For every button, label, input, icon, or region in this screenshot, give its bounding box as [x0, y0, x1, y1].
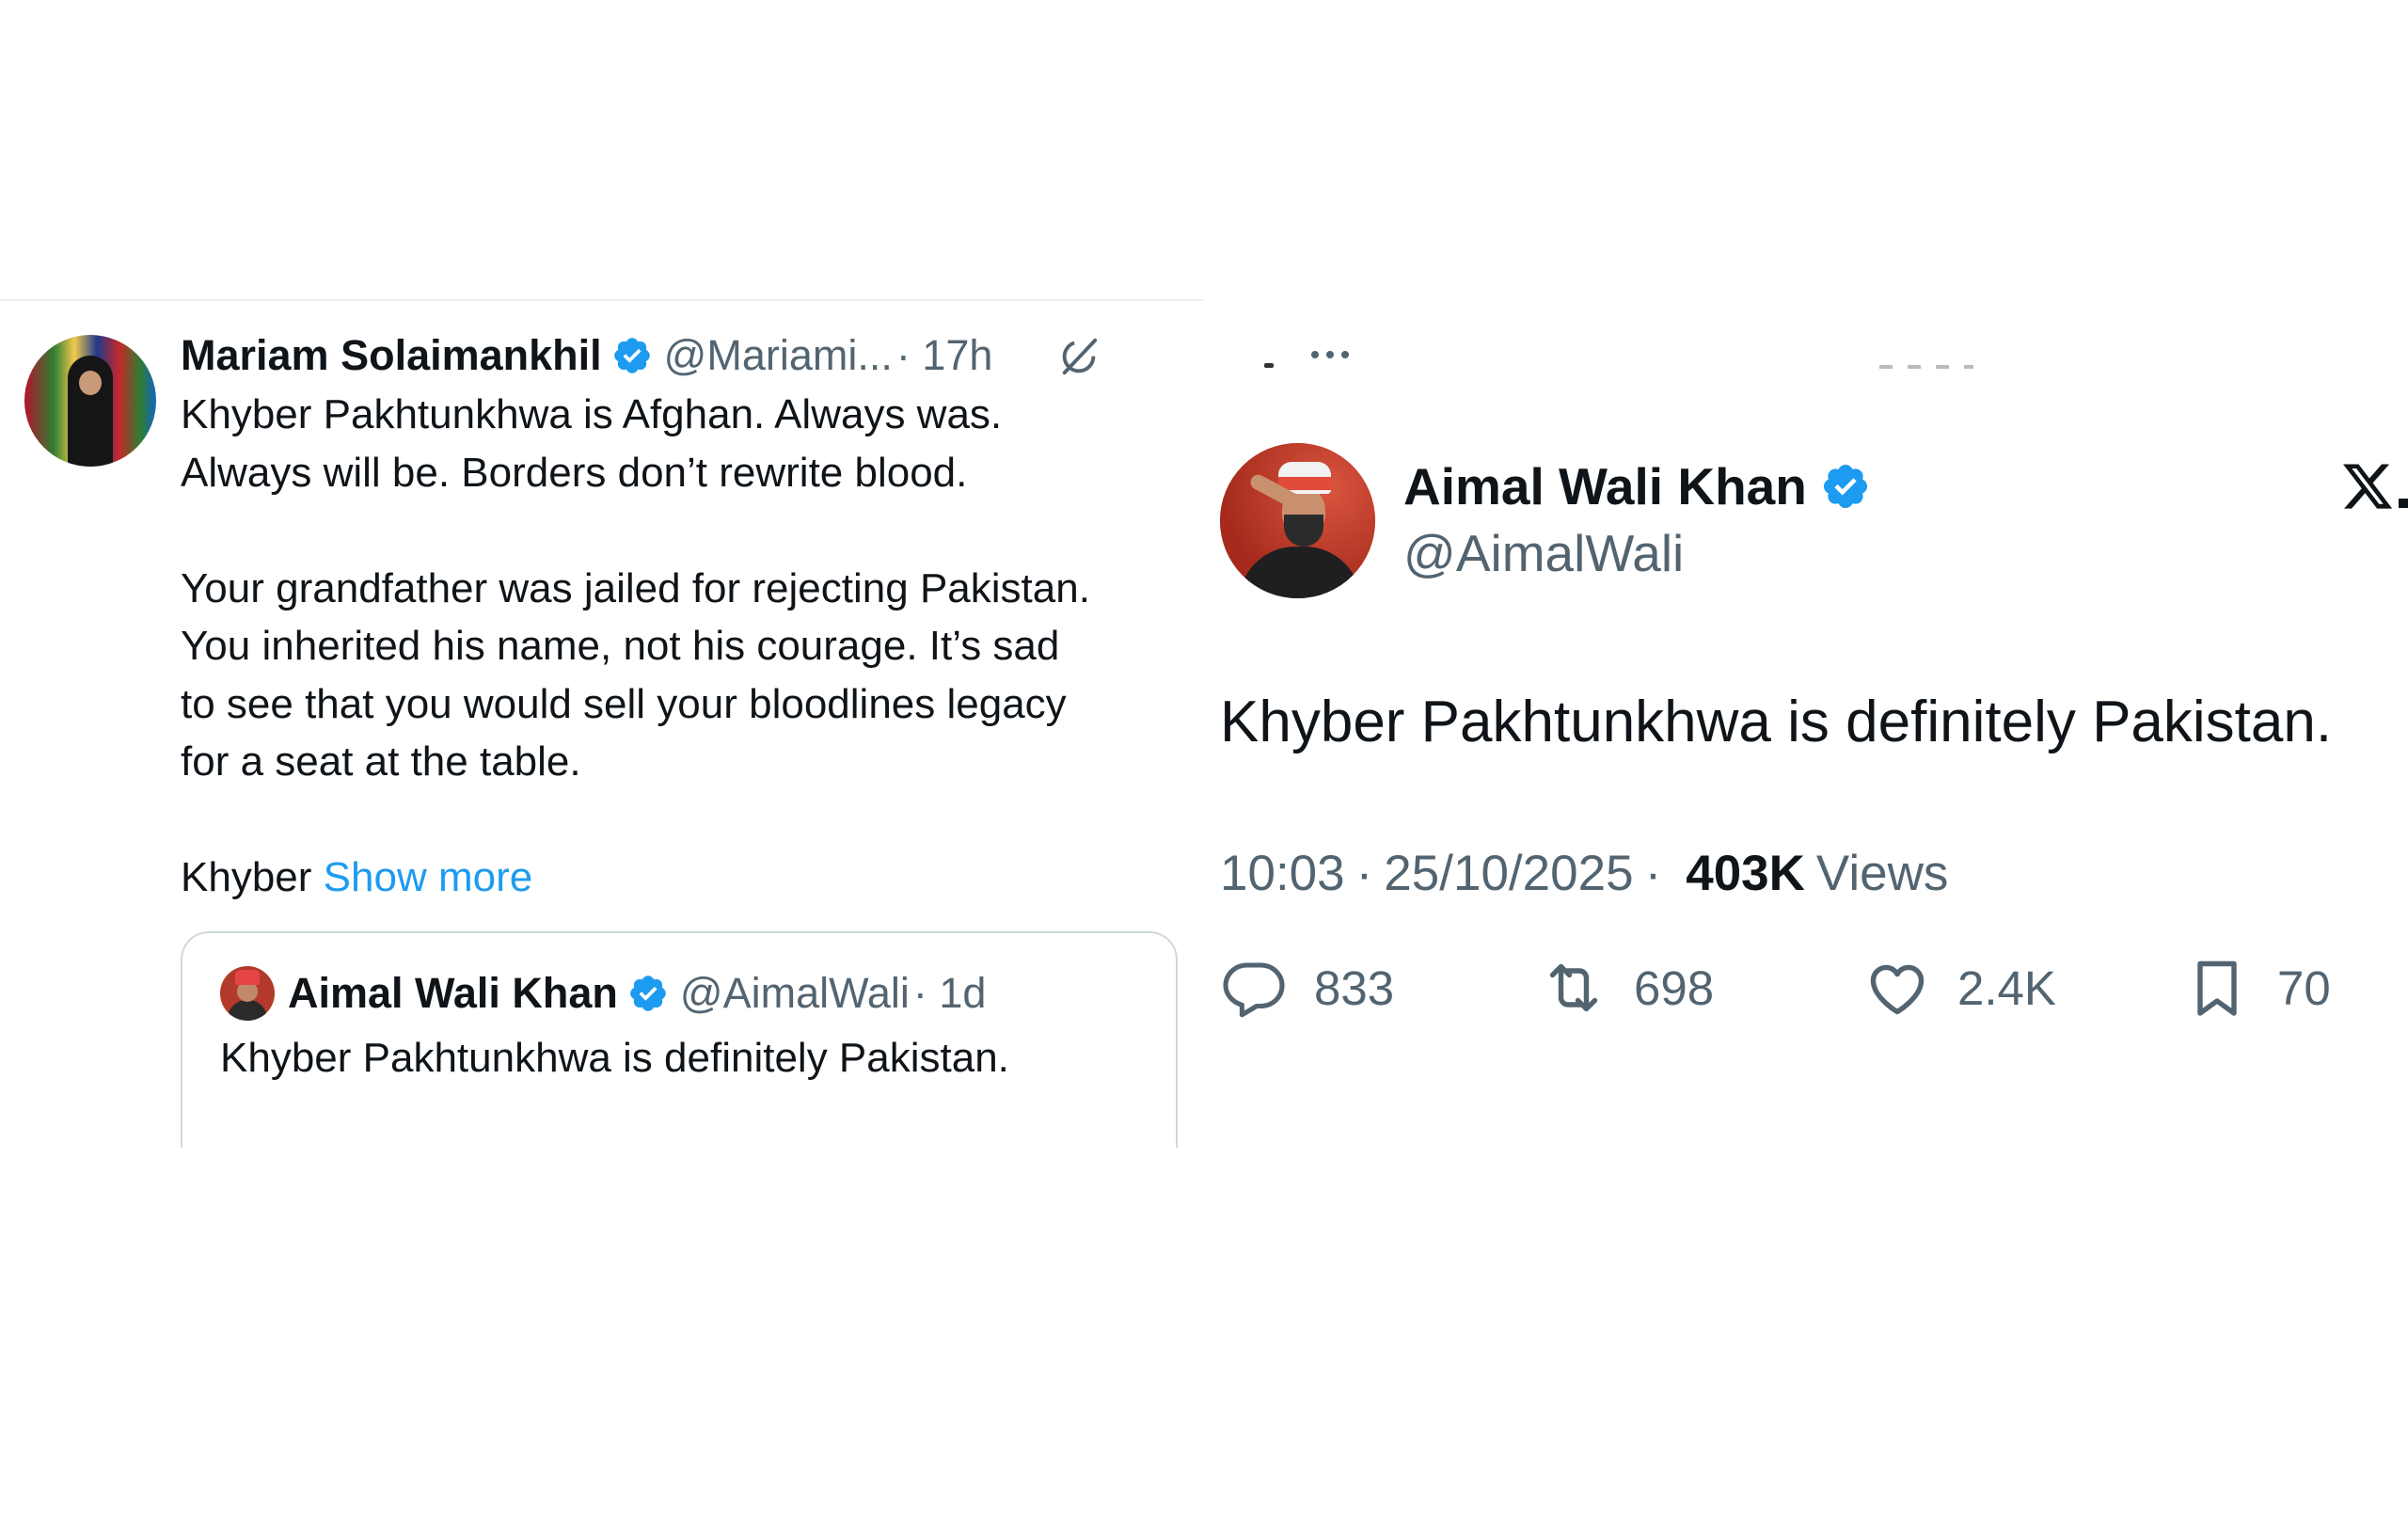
retweet-count: 698: [1634, 960, 1715, 1015]
quoted-tweet-card[interactable]: Aimal Wali Khan @AimalWali · 1d Khyber P…: [181, 931, 1178, 1148]
author-name-row: Aimal Wali Khan: [1403, 453, 1871, 519]
reply-button[interactable]: 833: [1220, 950, 1394, 1025]
crop-artifact: [1264, 363, 1274, 368]
reply-icon: [1220, 954, 1288, 1022]
author-name[interactable]: Mariam Solaimankhil: [181, 331, 602, 380]
like-count: 2.4K: [1957, 960, 2056, 1015]
x-logo-dot: [2399, 499, 2408, 508]
tweet-line: for a seat at the table.: [181, 738, 581, 785]
quoted-tweet-time[interactable]: · 1d: [913, 969, 987, 1018]
quoted-tweet-header: Aimal Wali Khan @AimalWali · 1d: [220, 965, 986, 1022]
retweet-icon: [1540, 954, 1608, 1022]
quoted-author-handle[interactable]: @AimalWali: [680, 969, 910, 1018]
tweet-line-last: Khyber Show more: [181, 849, 1192, 907]
grok-icon[interactable]: [1057, 335, 1101, 378]
reply-count: 833: [1314, 960, 1395, 1015]
bookmark-count: 70: [2277, 960, 2331, 1015]
views-label: Views: [1815, 846, 1949, 901]
quoted-tweet-text: Khyber Pakhtunkhwa is definitely Pakista…: [220, 1035, 1009, 1081]
tweet-time[interactable]: · 17h: [896, 331, 993, 380]
tweet-time[interactable]: 10:03: [1220, 845, 1345, 902]
avatar[interactable]: [220, 966, 275, 1021]
tweet-text: Khyber Pakhtunkhwa is definitely Pakista…: [1220, 690, 2333, 754]
tweet-line: Khyber Pakhtunkhwa is Afghan. Always was…: [181, 391, 1003, 437]
tweet-line: You inherited his name, not his courage.…: [181, 623, 1060, 669]
tweet-line: Always will be. Borders don’t rewrite bl…: [181, 449, 968, 496]
tweet-date[interactable]: 25/10/2025: [1384, 845, 1633, 902]
author-handle[interactable]: @AimalWali: [1403, 523, 1684, 583]
author-name[interactable]: Aimal Wali Khan: [1403, 456, 1807, 516]
quoted-author-name[interactable]: Aimal Wali Khan: [288, 969, 618, 1018]
tweet-meta: 10:03 · 25/10/2025 · 403K Views: [1220, 845, 1949, 902]
tweet-line: to see that you would sell your bloodlin…: [181, 680, 1067, 727]
show-more-link[interactable]: Show more: [324, 854, 533, 900]
verified-badge-icon: [611, 335, 653, 376]
tweet-header: Mariam Solaimankhil @Mariami... · 17h: [181, 327, 1349, 384]
verified-badge-icon: [1820, 461, 1871, 512]
bookmark-icon: [2183, 954, 2251, 1022]
author-handle[interactable]: @Mariami...: [664, 331, 893, 380]
bookmark-button[interactable]: 70: [2183, 950, 2331, 1025]
avatar[interactable]: [24, 335, 156, 467]
avatar[interactable]: [1220, 443, 1375, 598]
tweet-line: Your grandfather was jailed for rejectin…: [181, 564, 1090, 611]
tweet-line: Khyber: [181, 854, 312, 900]
left-tweet[interactable]: Mariam Solaimankhil @Mariami... · 17h Kh…: [0, 301, 1349, 1148]
like-button[interactable]: 2.4K: [1863, 950, 2056, 1025]
views-count: 403K: [1686, 846, 1805, 901]
x-logo-icon: [2340, 459, 2395, 514]
tweet-text: Khyber Pakhtunkhwa is Afghan. Always was…: [181, 386, 1192, 907]
retweet-button[interactable]: 698: [1540, 950, 1714, 1025]
crop-artifact: [1879, 365, 1973, 369]
engagement-bar: 833 698 2.4K 70: [1220, 950, 2405, 1025]
like-icon: [1863, 954, 1931, 1022]
right-tweet[interactable]: Aimal Wali Khan @AimalWali Khyber Pakhtu…: [1204, 0, 2408, 1523]
verified-badge-icon: [627, 973, 669, 1014]
